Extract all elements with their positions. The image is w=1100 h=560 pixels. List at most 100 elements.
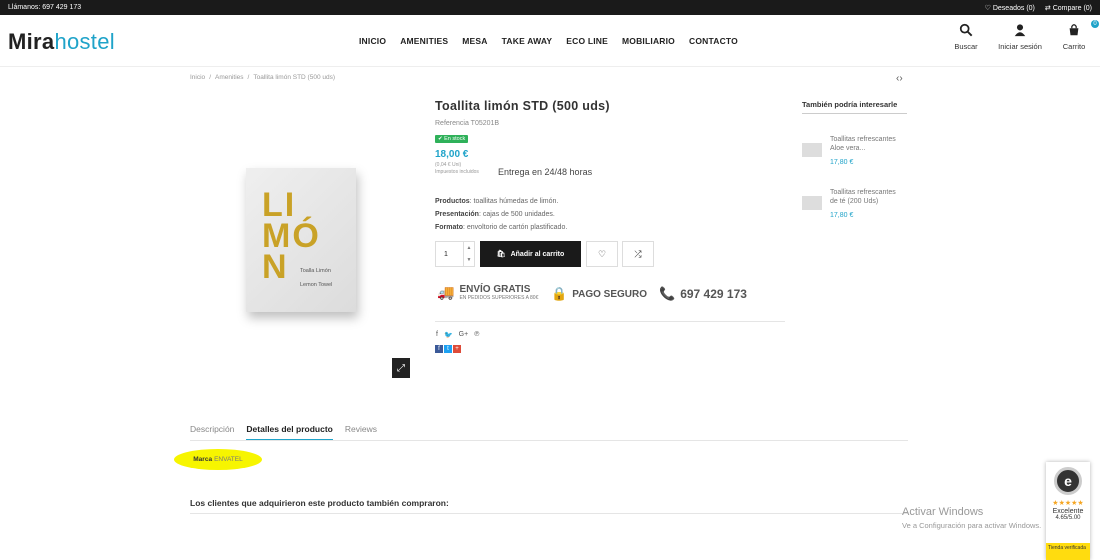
compare-button[interactable]: ⤮: [622, 241, 654, 267]
related-title: También podría interesarle: [802, 99, 907, 114]
shipping-label: ENVÍO GRATIS: [459, 284, 531, 295]
tab-descripcion[interactable]: Descripción: [190, 424, 234, 441]
heart-icon: ♡: [597, 248, 607, 259]
expand-image-button[interactable]: ⤢: [392, 358, 410, 378]
search-icon: [959, 23, 973, 37]
rating-stars: ★★★★★: [1052, 500, 1084, 507]
top-bar: Llámanos: 697 429 173 ♡ Deseados (0) ⇄ C…: [0, 0, 1100, 15]
image-label-en: Lemon Towel: [300, 282, 333, 288]
secure-label: PAGO SEGURO: [572, 288, 648, 300]
tab-divider: [190, 440, 908, 441]
cart-label: Carrito: [1062, 42, 1086, 51]
nav-contacto[interactable]: CONTACTO: [689, 36, 738, 46]
bag-icon: 🛍: [496, 251, 506, 258]
nav-inicio[interactable]: INICIO: [359, 36, 386, 46]
stock-badge: ✔ En stock: [435, 135, 469, 143]
related-item[interactable]: Toallitas refrescantes Aloe vera... 17,8…: [802, 135, 902, 166]
next-arrow-icon[interactable]: ›: [899, 73, 902, 84]
breadcrumb: Inicio / Amenities / Toallita limón STD (500…: [190, 74, 336, 81]
header-icons: Buscar Iniciar sesión 0 Carrito: [946, 20, 1099, 51]
nav-mesa[interactable]: MESA: [462, 36, 487, 46]
truck-icon: 🚚: [437, 284, 455, 300]
related-item-name[interactable]: Toallitas refrescantes Aloe vera...: [830, 135, 902, 153]
add-to-cart-button[interactable]: 🛍 Añadir al carrito: [480, 241, 581, 267]
tab-reviews[interactable]: Reviews: [345, 424, 377, 441]
image-label-es: Toalla Limón: [300, 268, 331, 274]
detail-value: : envoltorio de cartón plastificado.: [463, 224, 568, 231]
also-bought-title: Los clientes que adquirieron este produc…: [190, 498, 449, 508]
trusted-footer: Tienda verificada: [1046, 543, 1090, 560]
detail-row: Productos: toallitas húmedas de limón.: [435, 195, 567, 208]
pinterest-icon[interactable]: ℗: [474, 331, 479, 339]
facebook-icon[interactable]: f: [436, 331, 438, 339]
phone-text: Llámanos: 697 429 173: [8, 4, 82, 11]
stock-label: En stock: [444, 136, 466, 142]
product-pager: ‹›: [896, 73, 903, 84]
facebook-share-icon[interactable]: f: [435, 345, 443, 353]
decrease-icon[interactable]: ▼: [467, 257, 472, 263]
product-image: LI MÓ N Toalla Limón Lemon Towel: [246, 168, 356, 312]
brand-row: Marca ENVATEL: [174, 449, 262, 470]
wishlist-link[interactable]: ♡ Deseados (0): [985, 4, 1035, 12]
unit-price: (0,04 € Uni): [435, 162, 462, 168]
trusted-footer-label: Tienda verificada: [1048, 545, 1086, 551]
windows-watermark-title: Activar Windows: [902, 506, 984, 518]
also-bought-divider: [190, 513, 908, 514]
logo[interactable]: Mirahostel: [8, 29, 115, 55]
product-tabs: Descripción Detalles del producto Review…: [190, 424, 377, 441]
detail-label: Productos: [435, 198, 470, 205]
tab-detalles[interactable]: Detalles del producto: [246, 424, 333, 441]
main-nav: INICIO AMENITIES MESA TAKE AWAY ECO LINE…: [359, 36, 738, 46]
nav-take-away[interactable]: TAKE AWAY: [502, 36, 553, 46]
phone-question-icon: 📞: [659, 286, 676, 301]
shipping-sub-label: EN PEDIDOS SUPERIORES A 80€: [459, 295, 539, 301]
twitter-share-icon[interactable]: t: [444, 345, 452, 353]
nav-eco-line[interactable]: ECO LINE: [566, 36, 608, 46]
search-button[interactable]: Buscar: [946, 23, 986, 51]
trusted-shops-widget[interactable]: e ★★★★★ Excelente 4.65/5.00 Tienda verif…: [1046, 462, 1090, 560]
wishlist-button[interactable]: ♡: [586, 241, 618, 267]
increase-icon[interactable]: ▲: [467, 245, 472, 251]
expand-icon: ⤢: [397, 362, 405, 374]
rating-score: 4.65/5.00: [1055, 515, 1081, 521]
breadcrumb-amenities[interactable]: Amenities: [215, 74, 244, 81]
shuffle-icon: ⤮: [634, 248, 642, 259]
logo-light: hostel: [54, 29, 115, 54]
product-reference: Referencia T05201B: [435, 120, 500, 127]
nav-mobiliario[interactable]: MOBILIARIO: [622, 36, 675, 46]
related-item-name[interactable]: Toallitas refrescantes de té (200 Uds): [830, 188, 902, 206]
twitter-icon[interactable]: 🐦: [444, 331, 453, 339]
header: Mirahostel INICIO AMENITIES MESA TAKE AW…: [0, 15, 1100, 67]
related-item[interactable]: Toallitas refrescantes de té (200 Uds) 1…: [802, 188, 902, 219]
related-item-price: 17,80 €: [830, 159, 854, 166]
related-thumbnail[interactable]: [802, 143, 822, 157]
quantity-stepper[interactable]: 1 ▲ ▼: [435, 241, 475, 267]
trusted-seal-icon: e: [1054, 467, 1082, 495]
cart-button[interactable]: 0 Carrito: [1054, 20, 1099, 51]
detail-label: Formato: [435, 224, 463, 231]
divider: [435, 321, 785, 322]
detail-row: Formato: envoltorio de cartón plastifica…: [435, 221, 567, 234]
lock-icon: 🔒: [551, 286, 568, 301]
phone-badge: 📞 697 429 173: [659, 286, 747, 302]
user-icon: [1014, 24, 1026, 37]
delivery-time: Entrega en 24/48 horas: [498, 167, 593, 177]
compare-link[interactable]: ⇄ Compare (0): [1045, 4, 1092, 12]
google-share-icon[interactable]: +: [453, 345, 461, 353]
detail-value: : cajas de 500 unidades.: [478, 211, 555, 218]
nav-amenities[interactable]: AMENITIES: [400, 36, 448, 46]
windows-activation-watermark: Activar Windows Ve a Configuración para …: [902, 506, 1041, 530]
breadcrumb-home[interactable]: Inicio: [190, 74, 205, 81]
product-price: 18,00 €: [435, 149, 469, 160]
compare-label: Compare (0): [1052, 4, 1092, 12]
trust-phone[interactable]: 697 429 173: [680, 287, 747, 301]
share-buttons: f t +: [435, 345, 461, 353]
login-label: Iniciar sesión: [998, 42, 1042, 51]
wishlist-label: Deseados (0): [992, 4, 1035, 12]
login-button[interactable]: Iniciar sesión: [994, 23, 1046, 51]
related-thumbnail[interactable]: [802, 196, 822, 210]
check-icon: ✔: [438, 136, 443, 142]
free-shipping-badge: 🚚 ENVÍO GRATIS EN PEDIDOS SUPERIORES A 80…: [437, 284, 538, 301]
quantity-value[interactable]: 1: [436, 251, 463, 258]
google-plus-icon[interactable]: G+: [459, 331, 469, 339]
